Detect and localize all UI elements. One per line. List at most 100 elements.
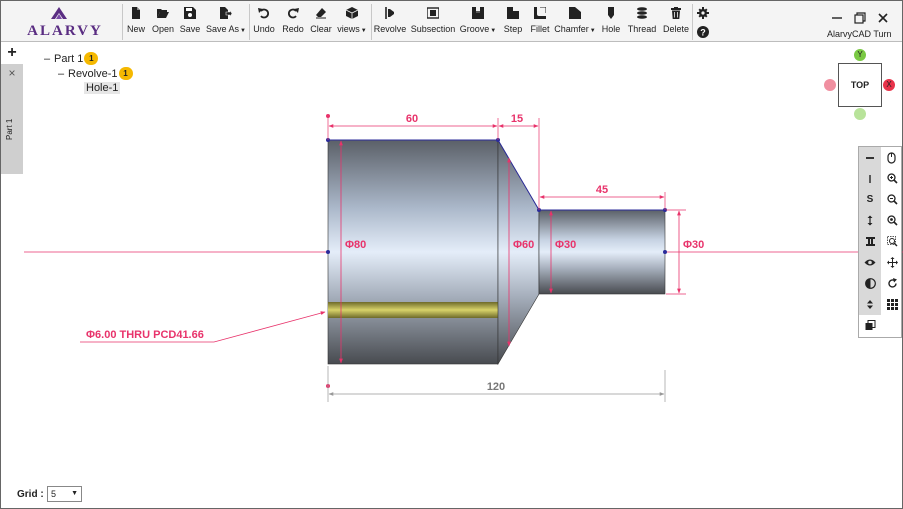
- app-window: [0, 0, 903, 509]
- eraser-icon: [316, 8, 326, 19]
- zoom-fit-icon[interactable]: [881, 210, 903, 231]
- close-icon[interactable]: [876, 11, 890, 25]
- fillet-label: Fillet: [530, 24, 550, 34]
- zoom-out-icon[interactable]: [881, 189, 903, 210]
- chamfer-dropdown[interactable]: Chamfer▼: [554, 7, 596, 39]
- clear-label: Clear: [310, 24, 332, 34]
- revolve-button[interactable]: Revolve: [374, 7, 406, 39]
- neg-x-axis-handle[interactable]: [824, 79, 836, 91]
- toolbar-separator: [122, 4, 123, 40]
- view-cube-face: TOP: [850, 80, 870, 90]
- snap-icon[interactable]: S: [859, 189, 881, 210]
- grid-icon[interactable]: [881, 294, 903, 315]
- tree-item-revolve[interactable]: – Revolve-1 1: [58, 67, 133, 80]
- chamfer-label: Chamfer▼: [554, 24, 596, 34]
- sort-icon[interactable]: [859, 294, 881, 315]
- new-label: New: [126, 24, 145, 34]
- views-dropdown[interactable]: views▼: [336, 7, 368, 39]
- delete-button[interactable]: Delete: [662, 7, 690, 39]
- revolve-label: Revolve: [373, 24, 407, 34]
- chevron-down-icon: ▼: [71, 490, 78, 497]
- svg-text:?: ?: [700, 28, 706, 38]
- y-axis-handle[interactable]: Y: [854, 49, 866, 61]
- subsection-icon: [427, 7, 439, 19]
- redo-icon: [287, 8, 299, 19]
- subsection-button[interactable]: Subsection: [410, 7, 456, 39]
- zoom-window-icon[interactable]: [881, 231, 903, 252]
- grid-label: Grid :: [17, 489, 44, 500]
- copy-view-icon[interactable]: [859, 315, 881, 336]
- app-title: AlarvyCAD Turn: [827, 29, 892, 39]
- thread-label: Thread: [627, 24, 657, 34]
- undo-icon: [258, 8, 270, 19]
- fillet-button[interactable]: Fillet: [528, 7, 552, 39]
- help-icon[interactable]: ?: [697, 26, 709, 38]
- save-button[interactable]: Save: [179, 7, 201, 39]
- step-button[interactable]: Step: [502, 7, 524, 39]
- toolbar-separator: [249, 4, 250, 40]
- thread-icon: [637, 7, 647, 19]
- document-tab-strip: + × Part 1: [1, 42, 23, 174]
- pan-icon[interactable]: [881, 252, 903, 273]
- save-as-button[interactable]: Save As▼: [206, 7, 246, 39]
- revolve-icon: [385, 7, 394, 19]
- add-tab-button[interactable]: +: [1, 44, 23, 62]
- open-label: Open: [151, 24, 175, 34]
- tab-part-1[interactable]: × Part 1: [1, 64, 23, 174]
- hole-label: Hole: [601, 24, 621, 34]
- step-label: Step: [503, 24, 523, 34]
- collapse-icon[interactable]: –: [44, 53, 54, 65]
- rotate-icon[interactable]: [881, 273, 903, 294]
- redo-label: Redo: [282, 24, 304, 34]
- vertical-arrows-icon[interactable]: [859, 210, 881, 231]
- chamfer-icon: [569, 7, 581, 19]
- tree-item-label: Part 1: [54, 52, 84, 65]
- tree-item-part[interactable]: – Part 1 1: [44, 52, 99, 65]
- x-axis-handle[interactable]: X: [883, 79, 895, 91]
- minimize-icon[interactable]: [830, 11, 844, 25]
- svg-text:ALARVY: ALARVY: [27, 23, 103, 39]
- groove-dropdown[interactable]: Groove▼: [460, 7, 496, 39]
- file-icon: [132, 7, 140, 19]
- tree-item-label: Revolve-1: [68, 67, 118, 80]
- clear-button[interactable]: Clear: [309, 7, 333, 39]
- toolbar-separator: [692, 4, 693, 40]
- thread-button[interactable]: Thread: [627, 7, 657, 39]
- folder-open-icon: [157, 9, 169, 18]
- minus-icon[interactable]: [859, 147, 881, 168]
- file-export-icon: [220, 7, 232, 19]
- eye-icon[interactable]: [859, 252, 881, 273]
- hole-icon: [608, 7, 614, 19]
- restore-icon[interactable]: [853, 11, 867, 25]
- collapse-icon[interactable]: –: [58, 68, 68, 80]
- close-tab-icon[interactable]: ×: [1, 66, 23, 80]
- tab-label: Part 1: [5, 118, 14, 140]
- main-toolbar: ALARVY New Open Save Save As▼ Undo Redo …: [1, 1, 902, 42]
- align-icon[interactable]: [859, 231, 881, 252]
- undo-button[interactable]: Undo: [252, 7, 276, 39]
- delete-label: Delete: [662, 24, 689, 34]
- tree-item-hole[interactable]: Hole-1: [84, 82, 121, 94]
- redo-button[interactable]: Redo: [281, 7, 305, 39]
- hole-button[interactable]: Hole: [601, 7, 621, 39]
- gear-icon[interactable]: [697, 7, 709, 19]
- settings-column: ?: [695, 5, 711, 41]
- views-label: views▼: [337, 24, 367, 34]
- mouse-icon[interactable]: [881, 147, 903, 168]
- subsection-label: Subsection: [410, 24, 456, 34]
- save-label: Save: [179, 24, 201, 34]
- view-cube[interactable]: TOP: [838, 63, 882, 107]
- grid-size-select[interactable]: 5 ▼: [47, 486, 82, 502]
- toolbar-separator: [371, 4, 372, 40]
- grid-size-value: 5: [51, 489, 57, 499]
- count-badge: 1: [84, 52, 99, 65]
- neg-y-axis-handle[interactable]: [854, 108, 866, 120]
- contrast-icon[interactable]: [859, 273, 881, 294]
- new-button[interactable]: New: [125, 7, 147, 39]
- open-button[interactable]: Open: [150, 7, 176, 39]
- vertical-line-icon[interactable]: [859, 168, 881, 189]
- zoom-in-icon[interactable]: [881, 168, 903, 189]
- fillet-icon: [534, 7, 546, 19]
- trash-icon: [671, 7, 681, 19]
- save-as-label: Save As▼: [206, 24, 246, 34]
